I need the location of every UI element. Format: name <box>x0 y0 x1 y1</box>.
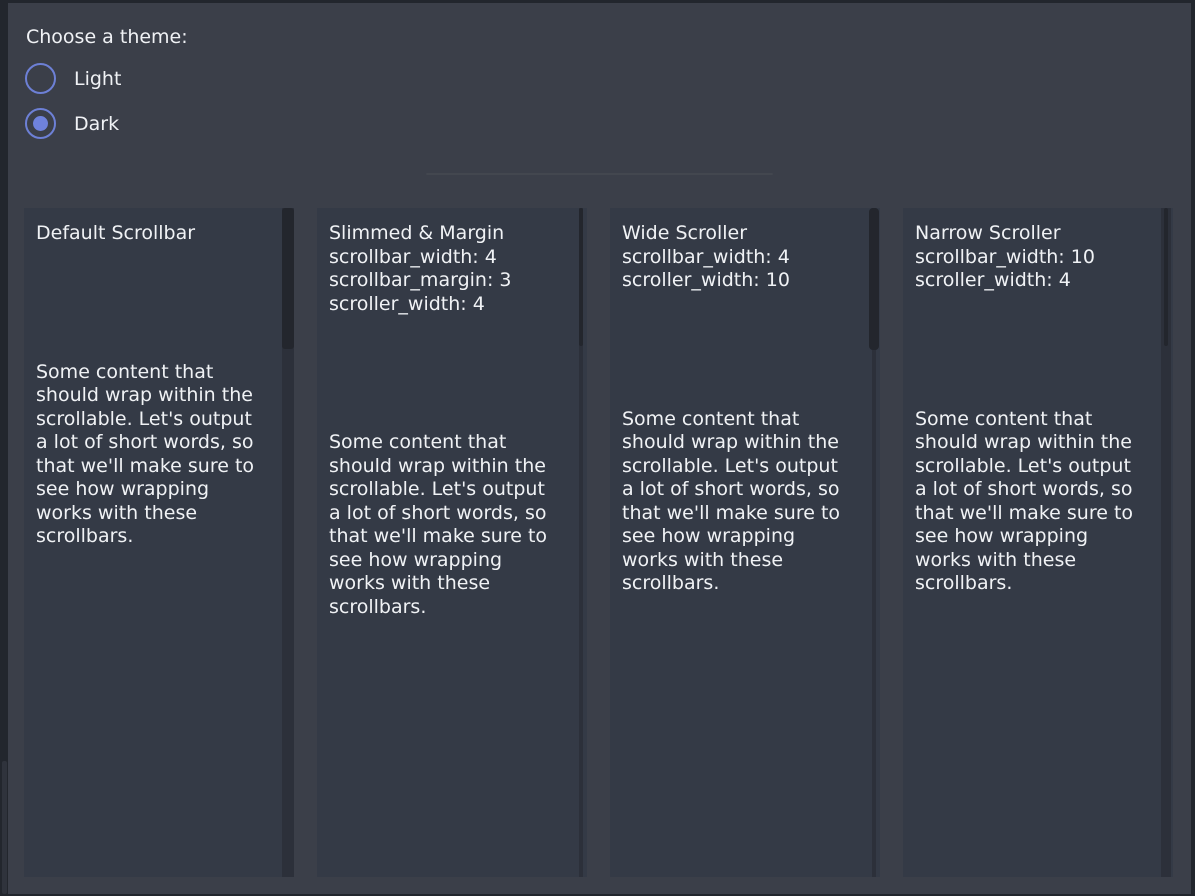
window-scrollbar-thumb[interactable] <box>2 761 7 894</box>
scroll-content-area: Slimmed & Margin scrollbar_width: 4 scro… <box>317 208 587 619</box>
scrollbar-thumb[interactable] <box>282 208 294 349</box>
radio-icon[interactable] <box>25 63 56 94</box>
panel-content-text: Some content that should wrap within the… <box>36 361 274 549</box>
radio-label-dark: Dark <box>74 112 119 136</box>
divider <box>426 173 773 175</box>
radio-icon[interactable] <box>25 108 56 139</box>
scrollbar-thumb[interactable] <box>1164 208 1168 346</box>
theme-chooser-label: Choose a theme: <box>26 25 188 49</box>
radio-option-light[interactable]: Light <box>25 63 121 94</box>
radio-option-dark[interactable]: Dark <box>25 108 119 139</box>
panel-params: scrollbar_width: 4 scroller_width: 10 <box>622 246 860 293</box>
radio-dot <box>33 116 48 131</box>
window-scrollbar-track[interactable] <box>0 3 8 894</box>
panel-content-text: Some content that should wrap within the… <box>622 408 860 596</box>
radio-label-light: Light <box>74 67 121 91</box>
panel-default-scrollbar[interactable]: Default Scrollbar Some content that shou… <box>24 208 294 877</box>
panel-wide-scroller[interactable]: Wide Scroller scrollbar_width: 4 scrolle… <box>610 208 880 877</box>
spacer <box>622 293 860 408</box>
panel-narrow-scroller[interactable]: Narrow Scroller scrollbar_width: 10 scro… <box>903 208 1173 877</box>
scroll-content-area: Default Scrollbar Some content that shou… <box>24 208 294 549</box>
scrollbar-thumb[interactable] <box>579 208 583 346</box>
panel-slimmed-margin[interactable]: Slimmed & Margin scrollbar_width: 4 scro… <box>317 208 587 877</box>
panel-title: Wide Scroller <box>622 222 860 246</box>
radio-dot <box>33 71 48 86</box>
app-window: Choose a theme: Light Dark Default Scrol… <box>0 0 1195 896</box>
panel-content-text: Some content that should wrap within the… <box>915 408 1153 596</box>
scroll-content-area: Wide Scroller scrollbar_width: 4 scrolle… <box>610 208 880 596</box>
spacer <box>915 293 1153 408</box>
panel-title: Default Scrollbar <box>36 222 274 246</box>
scrollbar-thumb[interactable] <box>869 208 879 350</box>
panel-params: scrollbar_width: 10 scroller_width: 4 <box>915 246 1153 293</box>
spacer <box>329 316 567 431</box>
panel-params: scrollbar_width: 4 scrollbar_margin: 3 s… <box>329 246 567 317</box>
scroll-content-area: Narrow Scroller scrollbar_width: 10 scro… <box>903 208 1173 596</box>
panel-title: Narrow Scroller <box>915 222 1153 246</box>
panel-content-text: Some content that should wrap within the… <box>329 431 567 619</box>
panels-row: Default Scrollbar Some content that shou… <box>24 208 1173 877</box>
spacer <box>36 246 274 361</box>
panel-title: Slimmed & Margin <box>329 222 567 246</box>
